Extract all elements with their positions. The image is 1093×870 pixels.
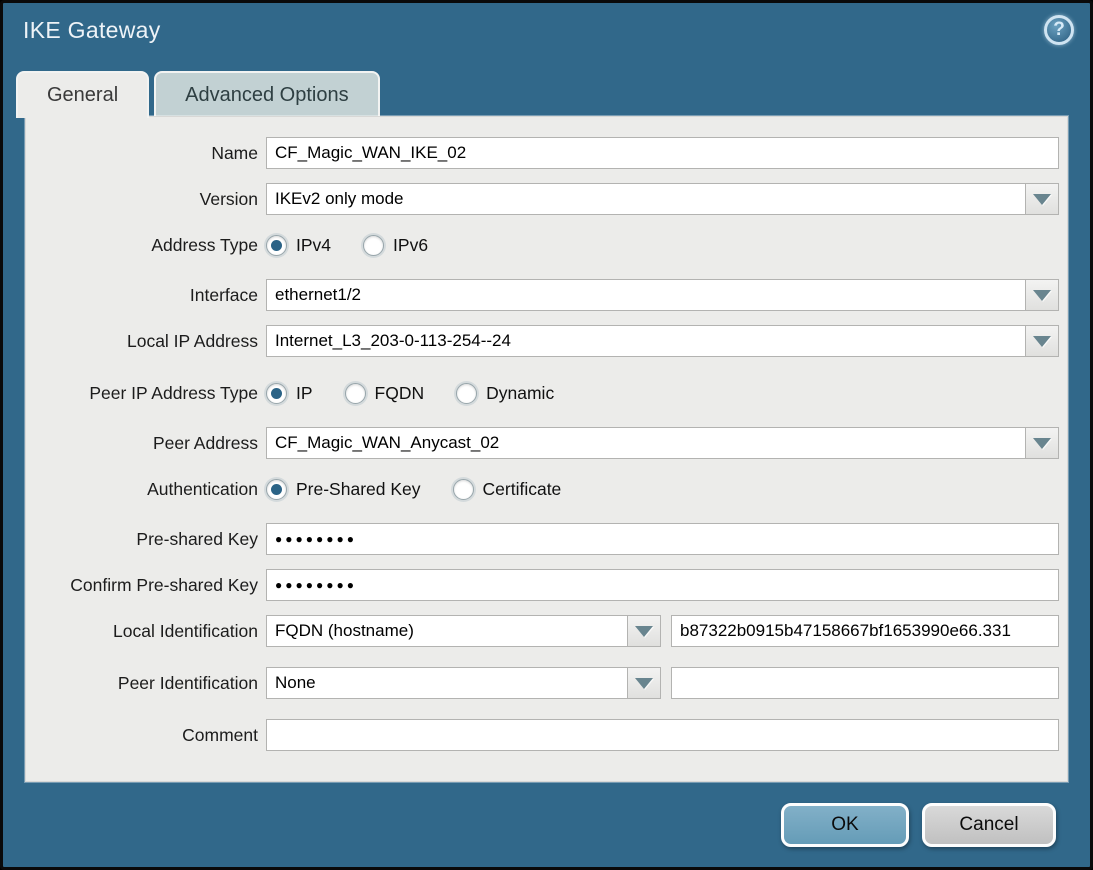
radio-label-fqdn: FQDN <box>375 383 425 404</box>
local-identification-label: Local Identification <box>26 621 266 642</box>
local-ip-input[interactable] <box>266 325 1026 357</box>
row-name: Name <box>26 137 1059 169</box>
version-input[interactable] <box>266 183 1026 215</box>
local-identification-value-input[interactable] <box>671 615 1059 647</box>
radio-unselected-icon <box>345 383 366 404</box>
local-identification-type-input[interactable] <box>266 615 628 647</box>
radio-selected-icon <box>266 235 287 256</box>
peer-ip-type-label: Peer IP Address Type <box>26 383 266 404</box>
peer-identification-value-input[interactable] <box>671 667 1059 699</box>
version-label: Version <box>26 189 266 210</box>
row-version: Version <box>26 183 1059 215</box>
radio-label-dynamic: Dynamic <box>486 383 554 404</box>
local-ip-dropdown <box>266 325 1059 357</box>
version-dropdown-button[interactable] <box>1025 183 1059 215</box>
cancel-button[interactable]: Cancel <box>922 803 1056 847</box>
general-tab-panel: Name Version Address Type IPv4 IPv6 <box>25 116 1068 782</box>
radio-selected-icon <box>266 383 287 404</box>
name-input[interactable] <box>266 137 1059 169</box>
row-address-type: Address Type IPv4 IPv6 <box>26 229 1059 261</box>
row-local-identification: Local Identification <box>26 615 1059 647</box>
row-confirm-pre-shared-key: Confirm Pre-shared Key <box>26 569 1059 601</box>
radio-label-pre-shared-key: Pre-Shared Key <box>296 479 421 500</box>
pre-shared-key-label: Pre-shared Key <box>26 529 266 550</box>
interface-input[interactable] <box>266 279 1026 311</box>
tab-bar: General Advanced Options <box>16 71 380 118</box>
radio-label-ip: IP <box>296 383 313 404</box>
local-ip-dropdown-button[interactable] <box>1025 325 1059 357</box>
pre-shared-key-input[interactable] <box>266 523 1059 555</box>
radio-option-ipv6[interactable]: IPv6 <box>363 235 428 256</box>
ok-button[interactable]: OK <box>781 803 909 847</box>
address-type-radio-group: IPv4 IPv6 <box>266 235 460 256</box>
peer-identification-label: Peer Identification <box>26 673 266 694</box>
confirm-pre-shared-key-input[interactable] <box>266 569 1059 601</box>
interface-label: Interface <box>26 285 266 306</box>
row-interface: Interface <box>26 279 1059 311</box>
name-label: Name <box>26 143 266 164</box>
radio-option-dynamic[interactable]: Dynamic <box>456 383 554 404</box>
radio-label-ipv4: IPv4 <box>296 235 331 256</box>
radio-unselected-icon <box>456 383 477 404</box>
peer-identification-dropdown-button[interactable] <box>627 667 661 699</box>
dialog-footer: OK Cancel <box>3 782 1090 867</box>
row-pre-shared-key: Pre-shared Key <box>26 523 1059 555</box>
peer-ip-type-radio-group: IP FQDN Dynamic <box>266 383 586 404</box>
peer-address-dropdown-button[interactable] <box>1025 427 1059 459</box>
radio-label-certificate: Certificate <box>483 479 562 500</box>
dialog-titlebar: IKE Gateway ? <box>3 3 1090 65</box>
help-icon[interactable]: ? <box>1044 15 1074 45</box>
chevron-down-icon <box>1033 194 1051 205</box>
radio-option-fqdn[interactable]: FQDN <box>345 383 425 404</box>
peer-identification-type-dropdown <box>266 667 661 699</box>
radio-option-ip[interactable]: IP <box>266 383 313 404</box>
chevron-down-icon <box>1033 290 1051 301</box>
interface-dropdown-button[interactable] <box>1025 279 1059 311</box>
local-ip-label: Local IP Address <box>26 331 266 352</box>
interface-dropdown <box>266 279 1059 311</box>
peer-identification-type-input[interactable] <box>266 667 628 699</box>
version-dropdown <box>266 183 1059 215</box>
radio-label-ipv6: IPv6 <box>393 235 428 256</box>
radio-option-certificate[interactable]: Certificate <box>453 479 562 500</box>
comment-input[interactable] <box>266 719 1059 751</box>
chevron-down-icon <box>635 678 653 689</box>
ike-gateway-dialog: IKE Gateway ? General Advanced Options N… <box>0 0 1093 870</box>
local-identification-dropdown-button[interactable] <box>627 615 661 647</box>
local-identification-type-dropdown <box>266 615 661 647</box>
chevron-down-icon <box>635 626 653 637</box>
radio-option-pre-shared-key[interactable]: Pre-Shared Key <box>266 479 421 500</box>
row-comment: Comment <box>26 719 1059 751</box>
peer-address-label: Peer Address <box>26 433 266 454</box>
row-peer-identification: Peer Identification <box>26 667 1059 699</box>
confirm-pre-shared-key-label: Confirm Pre-shared Key <box>26 575 266 596</box>
radio-unselected-icon <box>453 479 474 500</box>
address-type-label: Address Type <box>26 235 266 256</box>
tab-general[interactable]: General <box>16 71 149 118</box>
radio-unselected-icon <box>363 235 384 256</box>
row-authentication: Authentication Pre-Shared Key Certificat… <box>26 473 1059 505</box>
row-peer-address: Peer Address <box>26 427 1059 459</box>
dialog-title: IKE Gateway <box>23 17 161 44</box>
chevron-down-icon <box>1033 438 1051 449</box>
peer-address-dropdown <box>266 427 1059 459</box>
radio-selected-icon <box>266 479 287 500</box>
chevron-down-icon <box>1033 336 1051 347</box>
tab-advanced-options[interactable]: Advanced Options <box>154 71 379 118</box>
peer-address-input[interactable] <box>266 427 1026 459</box>
row-peer-ip-type: Peer IP Address Type IP FQDN Dynamic <box>26 377 1059 409</box>
authentication-label: Authentication <box>26 479 266 500</box>
radio-option-ipv4[interactable]: IPv4 <box>266 235 331 256</box>
comment-label: Comment <box>26 725 266 746</box>
row-local-ip: Local IP Address <box>26 325 1059 357</box>
authentication-radio-group: Pre-Shared Key Certificate <box>266 479 593 500</box>
